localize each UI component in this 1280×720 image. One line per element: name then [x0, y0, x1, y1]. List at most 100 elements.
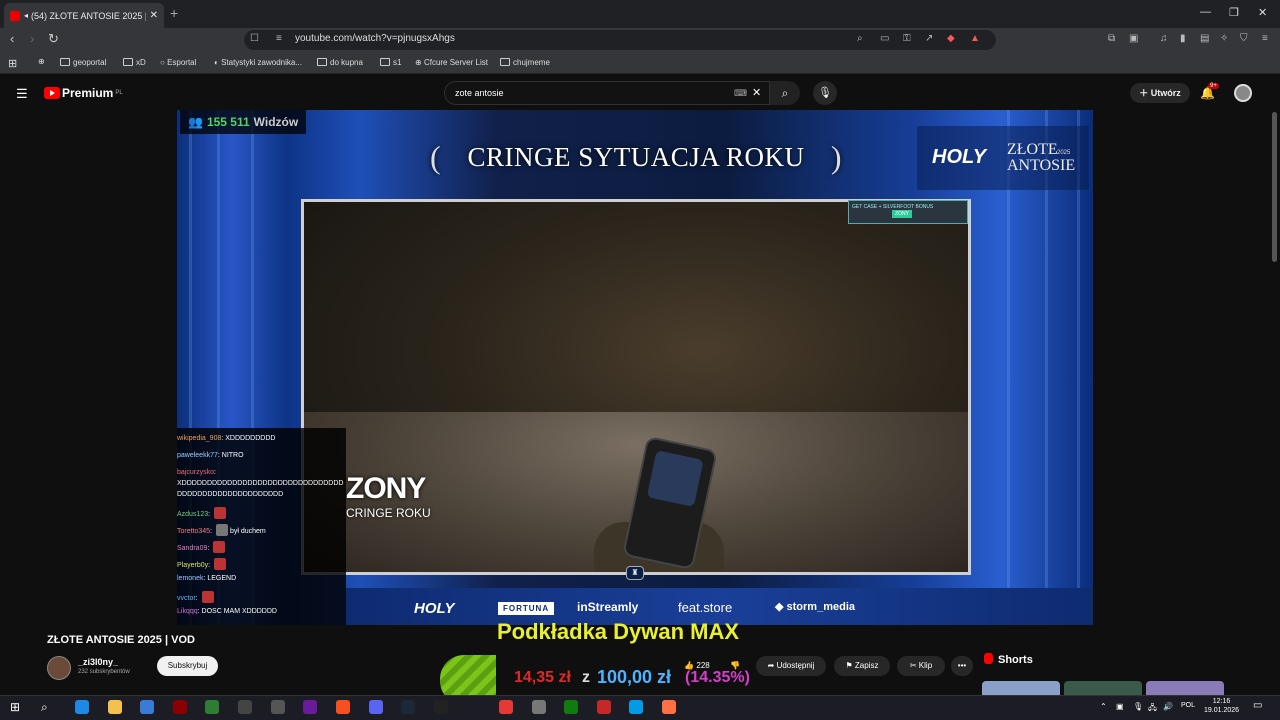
dislike-button[interactable]: 👎: [724, 656, 746, 676]
chat-message: Toretto345: był duchem: [177, 524, 266, 536]
extension-2-icon[interactable]: ▣: [1129, 33, 1138, 44]
goal-separator: z: [582, 669, 590, 686]
bookmark-esportal[interactable]: ○ Esportal: [160, 58, 196, 67]
steam-icon[interactable]: [401, 700, 415, 714]
network-icon[interactable]: 🖧: [1148, 702, 1157, 716]
taskbar-search-icon[interactable]: ⌕: [41, 700, 48, 715]
vpn-icon[interactable]: ⛉: [1240, 33, 1248, 44]
share-button[interactable]: ➦ Udostępnij: [756, 656, 826, 676]
bookmark-statystyki[interactable]: ◐ Statystyki zawodnika...: [214, 58, 302, 67]
maximize-icon[interactable]: ❐: [1229, 6, 1239, 19]
music-icon[interactable]: ♫: [1160, 33, 1168, 44]
navigation-bar: [0, 28, 1280, 52]
chat-message: DDDDDDDDDDDDDDDDDDDDD: [177, 491, 284, 498]
site-info-icon[interactable]: ≡: [276, 33, 282, 44]
chat-message: Sandra09:: [177, 541, 226, 553]
extensions-icon[interactable]: ⧉: [1108, 33, 1115, 44]
bookmark-s1[interactable]: s1: [380, 58, 401, 67]
channel-avatar[interactable]: [47, 656, 71, 680]
explorer-icon[interactable]: [108, 700, 122, 714]
subscribe-button[interactable]: Subskrybuj: [157, 656, 218, 676]
close-tab-icon[interactable]: ✕: [150, 10, 158, 21]
ai-icon[interactable]: ✧: [1220, 33, 1228, 44]
taskbar-app-icon[interactable]: [629, 700, 643, 714]
youtube-logo[interactable]: Premium PL: [44, 86, 123, 100]
folder-icon: [60, 58, 70, 66]
apps-icon[interactable]: ⊞: [8, 57, 17, 70]
brave-icon[interactable]: [336, 700, 350, 714]
reload-icon[interactable]: ↻: [48, 31, 59, 47]
bookmark-cfcure[interactable]: ⊕ Cfcure Server List: [415, 58, 488, 67]
chat-message: lemonek: LEGEND: [177, 575, 237, 582]
taskbar-app-icon[interactable]: [140, 700, 154, 714]
back-icon[interactable]: ‹: [10, 31, 14, 46]
edge-icon[interactable]: [75, 700, 89, 714]
taskbar-app-icon[interactable]: [271, 700, 285, 714]
short-thumbnail[interactable]: [1146, 681, 1224, 695]
new-tab-button[interactable]: +: [170, 5, 178, 21]
thumbs-up-icon: 👍: [684, 661, 697, 670]
close-window-icon[interactable]: ✕: [1258, 6, 1267, 19]
sidebar-icon[interactable]: ▮: [1180, 33, 1186, 44]
create-button[interactable]: ＋ Utwórz: [1130, 83, 1190, 103]
notifications-icon[interactable]: ▭: [1253, 700, 1262, 711]
search-query[interactable]: zote antosie: [455, 88, 504, 98]
taskbar-app-icon[interactable]: [532, 700, 546, 714]
wallet-icon[interactable]: ▤: [1200, 33, 1209, 44]
browser-tab[interactable]: ◂ (54) ZŁOTE ANTOSIE 2025 | V ✕: [4, 3, 164, 28]
mic-tray-icon[interactable]: 🎙: [1133, 702, 1143, 711]
tray-icon[interactable]: ▣: [1116, 702, 1124, 711]
channel-name[interactable]: _zi3l0ny_: [78, 657, 118, 667]
bookmark-chujmeme[interactable]: chujmeme: [500, 58, 550, 67]
voice-search-button[interactable]: 🎙: [813, 81, 837, 105]
account-avatar[interactable]: [1234, 84, 1252, 102]
start-icon[interactable]: ⊞: [10, 700, 20, 714]
tray-chevron-icon[interactable]: ⌃: [1100, 702, 1107, 711]
search-button[interactable]: ⌕: [770, 81, 800, 105]
discord-icon[interactable]: [369, 700, 383, 714]
clip-button[interactable]: ✂ Klip: [897, 656, 945, 676]
language-indicator[interactable]: POL: [1181, 702, 1195, 709]
bookmark-do-kupna[interactable]: do kupna: [317, 58, 363, 67]
bookmark-geoportal[interactable]: geoportal: [60, 58, 106, 67]
brave-rewards-icon[interactable]: ▲: [970, 33, 980, 44]
clear-search-icon[interactable]: ✕: [752, 86, 761, 99]
like-button[interactable]: 👍 228: [676, 656, 718, 676]
short-thumbnail[interactable]: [1064, 681, 1142, 695]
more-actions-button[interactable]: •••: [951, 656, 973, 676]
minimize-icon[interactable]: —: [1200, 6, 1211, 18]
share-icon[interactable]: ↗: [925, 33, 933, 44]
emote-icon: [215, 524, 228, 536]
save-button[interactable]: ⚑ Zapisz: [834, 656, 890, 676]
zoom-icon[interactable]: ⌕: [857, 33, 863, 44]
page-scrollbar[interactable]: [1272, 112, 1277, 262]
bookmark-xd[interactable]: xD: [123, 58, 146, 67]
xbox-icon[interactable]: [564, 700, 578, 714]
volume-icon[interactable]: 🔊: [1163, 702, 1173, 711]
forward-icon[interactable]: ›: [30, 31, 34, 46]
short-thumbnail[interactable]: [982, 681, 1060, 695]
taskbar-app-icon[interactable]: [173, 700, 187, 714]
taskbar-app-icon[interactable]: [303, 700, 317, 714]
bookmark-star-icon[interactable]: ☐: [250, 33, 259, 44]
taskbar-app-icon[interactable]: [205, 700, 219, 714]
url-text[interactable]: youtube.com/watch?v=pjnugsxAhgs: [295, 33, 455, 44]
globe-icon[interactable]: ⊕: [38, 57, 45, 66]
hamburger-menu-icon[interactable]: ☰: [16, 86, 28, 102]
sponsor-fortuna: FORTUNA: [498, 602, 555, 615]
clock[interactable]: 12:16 19.01.2026: [1204, 697, 1239, 715]
taskbar-app-icon[interactable]: [238, 700, 252, 714]
cast-icon[interactable]: ▭: [880, 33, 889, 44]
keyboard-icon[interactable]: ⌨: [734, 88, 747, 99]
folder-icon: [380, 58, 390, 66]
taskbar-app-icon[interactable]: [597, 700, 611, 714]
epic-games-icon[interactable]: [434, 700, 448, 714]
menu-icon[interactable]: ≡: [1262, 33, 1268, 44]
speaker-icon: ◂: [24, 11, 29, 20]
taskbar-app-icon[interactable]: [662, 700, 676, 714]
sponsor-storm-media: ◆ storm_media: [775, 601, 855, 613]
password-icon[interactable]: ⚿: [903, 33, 911, 44]
brave-shield-icon[interactable]: ◆: [947, 33, 955, 44]
statystyki-icon: ◐: [214, 58, 222, 67]
taskbar-app-icon[interactable]: [499, 700, 513, 714]
